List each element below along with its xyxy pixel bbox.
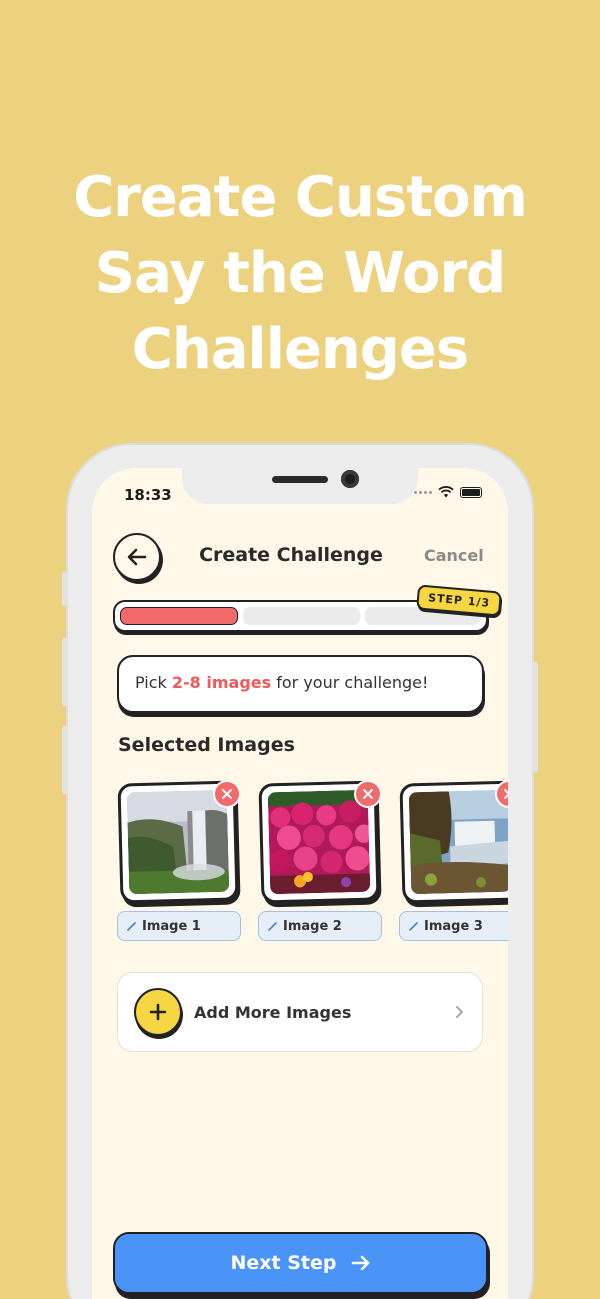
image-label: Image 3 xyxy=(424,918,483,934)
pencil-icon xyxy=(127,921,136,931)
plus-icon xyxy=(134,988,182,1036)
add-more-label: Add More Images xyxy=(194,1002,352,1022)
pencil-icon xyxy=(409,921,418,931)
instruction-suffix: for your challenge! xyxy=(271,673,429,692)
next-step-label: Next Step xyxy=(230,1252,337,1274)
pencil-icon xyxy=(268,921,277,931)
instruction-card: Pick 2-8 images for your challenge! xyxy=(117,655,484,713)
remove-image-button[interactable] xyxy=(354,780,382,808)
cancel-button[interactable]: Cancel xyxy=(424,546,484,565)
chevron-right-icon xyxy=(456,1006,463,1018)
mute-switch xyxy=(62,572,68,606)
page-title: Create Challenge xyxy=(199,544,383,566)
selected-images-carousel[interactable]: Image 1 Image 2 Image 3 xyxy=(117,780,508,950)
remove-image-button[interactable] xyxy=(213,780,241,808)
image-thumbnail xyxy=(126,789,230,895)
notch xyxy=(182,468,418,504)
headline-line-2: Say the Word xyxy=(94,241,506,306)
close-icon xyxy=(222,789,232,799)
image-frame[interactable] xyxy=(399,780,508,904)
add-more-images-button[interactable]: Add More Images xyxy=(117,972,483,1052)
next-step-button[interactable]: Next Step xyxy=(113,1232,488,1294)
power-button xyxy=(532,662,538,772)
front-camera xyxy=(341,470,359,488)
volume-down-button xyxy=(62,726,68,794)
image-thumbnail xyxy=(267,789,371,895)
headline-line-3: Challenges xyxy=(131,317,469,382)
image-label-field[interactable]: Image 3 xyxy=(399,911,508,941)
instruction-highlight: 2-8 images xyxy=(171,673,272,692)
arrow-right-icon xyxy=(351,1255,369,1271)
image-label: Image 2 xyxy=(283,918,342,934)
image-thumbnail xyxy=(408,789,508,895)
image-label-field[interactable]: Image 1 xyxy=(117,911,241,941)
back-button[interactable] xyxy=(113,533,161,581)
headline: Create Custom Say the Word Challenges xyxy=(0,160,600,388)
selected-images-title: Selected Images xyxy=(118,734,295,756)
instruction-prefix: Pick xyxy=(135,673,172,692)
status-icons xyxy=(414,486,482,498)
status-time: 18:33 xyxy=(124,486,172,504)
signal-dots-icon xyxy=(414,490,432,494)
arrow-left-icon xyxy=(127,548,147,566)
speaker xyxy=(272,476,328,483)
image-label-field[interactable]: Image 2 xyxy=(258,911,382,941)
headline-line-1: Create Custom xyxy=(73,165,528,230)
progress-segment-1 xyxy=(120,607,239,625)
battery-icon xyxy=(460,486,482,498)
image-label: Image 1 xyxy=(142,918,201,934)
progress-segment-2 xyxy=(243,607,360,625)
volume-up-button xyxy=(62,638,68,706)
close-icon xyxy=(363,789,373,799)
wifi-icon xyxy=(438,486,454,498)
close-icon xyxy=(504,789,508,799)
